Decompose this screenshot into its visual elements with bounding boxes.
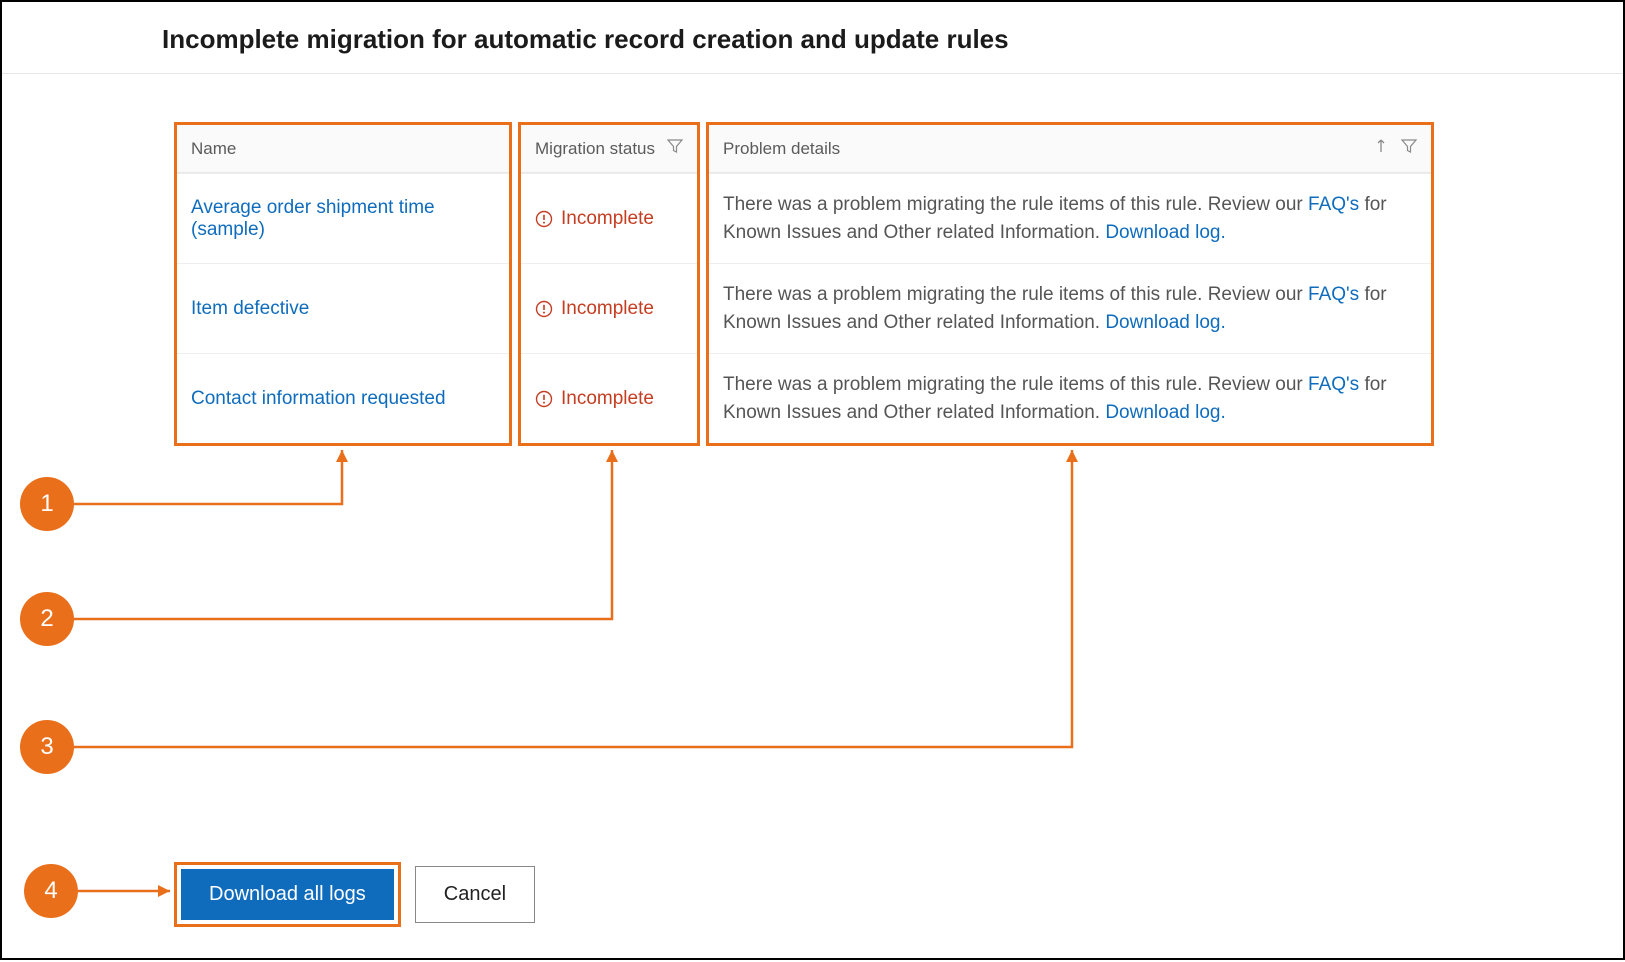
column-header-label: Name: [191, 139, 236, 159]
download-log-link[interactable]: Download log.: [1105, 222, 1225, 243]
filter-icon[interactable]: [1401, 138, 1417, 159]
faq-link[interactable]: FAQ's: [1308, 194, 1359, 215]
problem-details: There was a problem migrating the rule i…: [723, 371, 1417, 426]
table-row: Incomplete: [521, 353, 697, 443]
error-icon: [535, 390, 553, 408]
download-all-logs-button[interactable]: Download all logs: [181, 869, 394, 920]
faq-link[interactable]: FAQ's: [1308, 374, 1359, 395]
column-header-details[interactable]: Problem details: [709, 125, 1431, 173]
column-header-label: Problem details: [723, 139, 840, 159]
column-header-status[interactable]: Migration status: [521, 125, 697, 173]
table-row: There was a problem migrating the rule i…: [709, 173, 1431, 263]
filter-icon[interactable]: [667, 138, 683, 159]
column-header-name[interactable]: Name: [177, 125, 509, 173]
sort-icon[interactable]: [1377, 138, 1391, 159]
column-status: Migration status Incomplete Incomplete: [518, 122, 700, 446]
dialog-footer: Download all logs Cancel: [174, 862, 535, 927]
table-row: Incomplete: [521, 263, 697, 353]
error-icon: [535, 210, 553, 228]
rule-name-link[interactable]: Item defective: [191, 298, 309, 320]
problem-details: There was a problem migrating the rule i…: [723, 281, 1417, 336]
cancel-button[interactable]: Cancel: [415, 866, 535, 923]
download-log-link[interactable]: Download log.: [1105, 312, 1225, 333]
callout-3: 3: [20, 720, 74, 774]
status-badge: Incomplete: [535, 298, 654, 320]
column-header-label: Migration status: [535, 139, 655, 159]
rule-name-link[interactable]: Average order shipment time (sample): [191, 197, 495, 241]
table-row: Incomplete: [521, 173, 697, 263]
page-title: Incomplete migration for automatic recor…: [2, 2, 1623, 74]
rule-name-link[interactable]: Contact information requested: [191, 388, 446, 410]
table-row: Item defective: [177, 263, 509, 353]
faq-link[interactable]: FAQ's: [1308, 284, 1359, 305]
table-row: There was a problem migrating the rule i…: [709, 263, 1431, 353]
column-details: Problem details There was a problem migr…: [706, 122, 1434, 446]
problem-details: There was a problem migrating the rule i…: [723, 191, 1417, 246]
table-row: Contact information requested: [177, 353, 509, 443]
table-row: Average order shipment time (sample): [177, 173, 509, 263]
callout-1: 1: [20, 477, 74, 531]
download-log-link[interactable]: Download log.: [1105, 402, 1225, 423]
callout-2: 2: [20, 592, 74, 646]
callout-4: 4: [24, 864, 78, 918]
download-all-highlight: Download all logs: [174, 862, 401, 927]
status-badge: Incomplete: [535, 208, 654, 230]
table-row: There was a problem migrating the rule i…: [709, 353, 1431, 443]
column-name: Name Average order shipment time (sample…: [174, 122, 512, 446]
status-badge: Incomplete: [535, 388, 654, 410]
migration-table: Name Average order shipment time (sample…: [174, 122, 1434, 446]
error-icon: [535, 300, 553, 318]
